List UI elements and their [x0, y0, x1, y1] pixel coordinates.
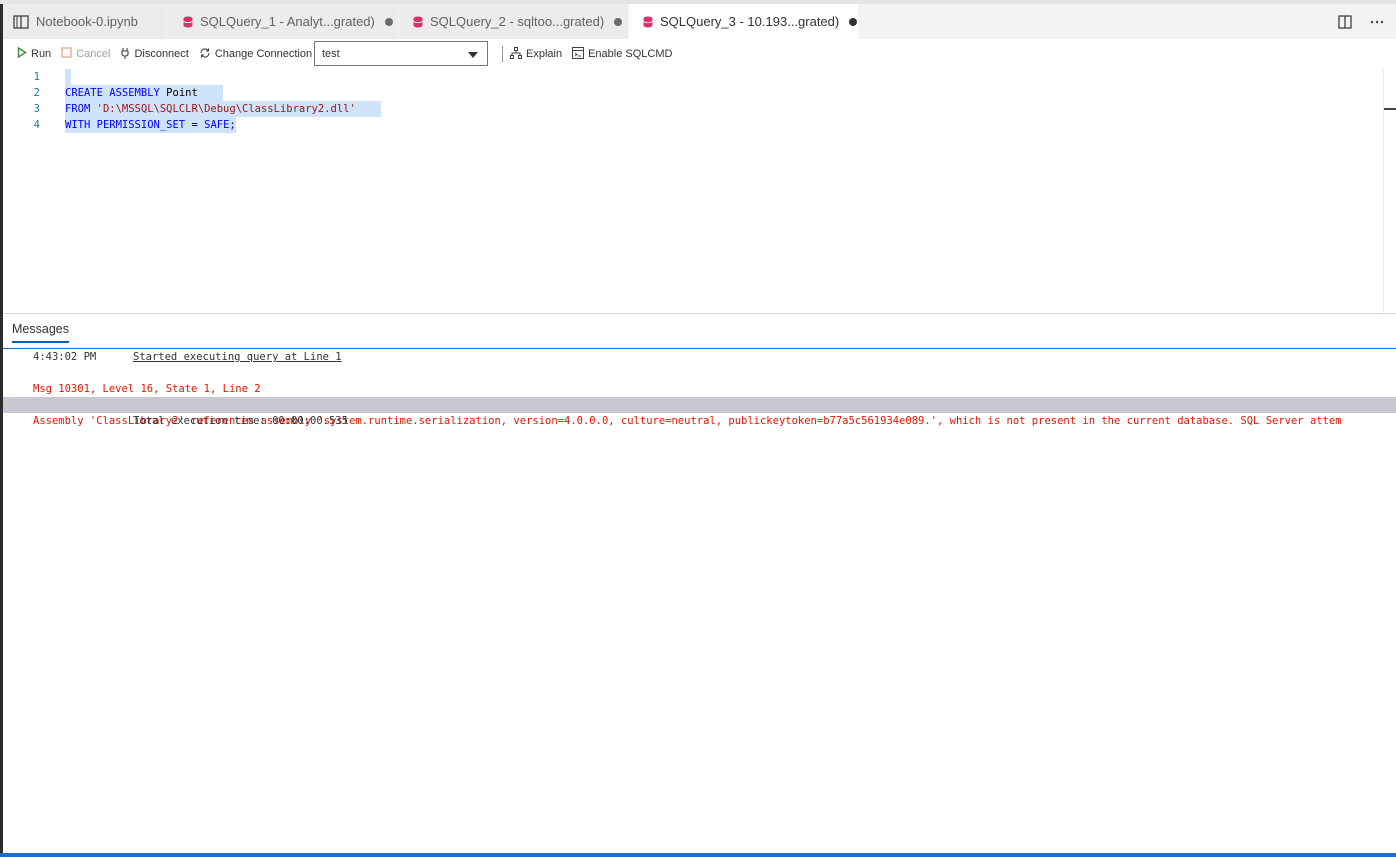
line-number: 3 — [33, 103, 40, 115]
tab-sqlquery-2[interactable]: SQLQuery_2 - sqltoo...grated) — [399, 4, 629, 39]
operator-equals: = — [191, 119, 198, 131]
assembly-name: Point — [166, 87, 198, 99]
more-actions-icon[interactable] — [1370, 20, 1384, 24]
tab-label: SQLQuery_2 - sqltoo...grated) — [430, 14, 605, 29]
change-connection-label: Change Connection — [214, 48, 313, 60]
database-icon — [413, 16, 423, 28]
keyword-from: FROM — [65, 103, 91, 115]
messages-panel[interactable]: 4:43:02 PM Started executing query at Li… — [3, 349, 1396, 853]
cursor-marker — [1384, 108, 1396, 110]
explain-plan-icon — [510, 46, 526, 62]
line-number: 4 — [33, 119, 40, 131]
unsaved-dot-icon[interactable] — [849, 17, 858, 26]
editor-line-1-selection — [65, 69, 71, 85]
editor-line-4-code: WITH PERMISSION_SET = SAFE; — [65, 117, 236, 133]
editor-line-4: 4 WITH PERMISSION_SET = SAFE; — [3, 117, 1383, 133]
line-number: 2 — [33, 87, 40, 99]
results-tab-bar: Messages — [3, 314, 1396, 349]
enable-sqlcmd-button[interactable]: Enable SQLCMD — [572, 46, 673, 62]
sql-editor[interactable]: 1 2 CREATE ASSEMBLY Point 3 FROM 'D:\MSS… — [3, 69, 1396, 313]
tab-label: Notebook-0.ipynb — [36, 14, 138, 29]
query-toolbar: Run Cancel Disconnect Change Connection … — [3, 39, 1396, 69]
tab-label: SQLQuery_3 - 10.193...grated) — [660, 14, 840, 29]
keyword-create: CREATE — [65, 87, 103, 99]
unsaved-dot-icon[interactable] — [614, 17, 623, 26]
editor-line-2-code: CREATE ASSEMBLY Point — [65, 85, 224, 101]
total-execution-time: Total execution time: 00:00:00.535 — [133, 415, 348, 427]
disconnect-button[interactable]: Disconnect — [120, 47, 189, 62]
editor-line-1: 1 — [3, 69, 1383, 85]
explain-label: Explain — [526, 48, 563, 60]
started-executing-link[interactable]: Started executing query at Line 1 — [133, 349, 342, 365]
play-icon — [17, 46, 31, 61]
sqlcmd-label: Enable SQLCMD — [588, 48, 673, 60]
tab-label: SQLQuery_1 - Analyt...grated) — [200, 14, 375, 29]
change-connection-button[interactable]: Change Connection — [199, 47, 312, 62]
stop-icon — [61, 47, 76, 61]
database-select-value: test — [322, 47, 340, 60]
keyword-assembly: ASSEMBLY — [109, 87, 160, 99]
editor-line-3-code: FROM 'D:\MSSQL\SQLCLR\Debug\ClassLibrary… — [65, 101, 382, 117]
cancel-button[interactable]: Cancel — [61, 47, 110, 61]
run-label: Run — [31, 48, 52, 60]
tab-notebook[interactable]: Notebook-0.ipynb — [3, 4, 167, 39]
database-select[interactable]: test — [314, 41, 488, 66]
active-tab-indicator — [12, 341, 69, 343]
message-timestamp: 4:43:02 PM — [33, 351, 97, 363]
split-editor-icon[interactable] — [1338, 14, 1352, 29]
notebook-icon — [13, 14, 29, 29]
explain-button[interactable]: Explain — [510, 46, 563, 62]
status-bar — [0, 853, 1396, 857]
disconnect-label: Disconnect — [134, 48, 189, 60]
refresh-connection-icon — [199, 47, 215, 62]
keyword-safe: SAFE; — [204, 119, 236, 131]
tab-messages[interactable]: Messages — [12, 322, 69, 336]
toolbar-right-group: Explain Enable SQLCMD — [510, 39, 672, 69]
keyword-permission-set: PERMISSION_SET — [96, 119, 186, 131]
editor-tab-bar: Notebook-0.ipynb SQLQuery_1 - Analyt...g… — [3, 4, 1396, 39]
line-number: 1 — [33, 71, 40, 83]
database-icon — [643, 16, 653, 28]
plug-icon — [120, 47, 134, 62]
cancel-label: Cancel — [76, 48, 111, 60]
error-message-header: Msg 10301, Level 16, State 1, Line 2 — [33, 383, 261, 395]
error-message-row[interactable]: Assembly 'ClassLibrary2' references asse… — [3, 397, 1396, 427]
assembly-path-string: 'D:\MSSQL\SQLCLR\Debug\ClassLibrary2.dll… — [96, 103, 356, 115]
tab-sqlquery-1[interactable]: SQLQuery_1 - Analyt...grated) — [167, 4, 399, 39]
toolbar-separator — [502, 46, 503, 62]
database-icon — [183, 16, 193, 28]
sqlcmd-icon — [572, 46, 588, 62]
editor-line-2: 2 CREATE ASSEMBLY Point — [3, 85, 1383, 101]
run-button[interactable]: Run — [17, 46, 52, 61]
editor-overview-ruler[interactable] — [1383, 69, 1396, 313]
keyword-with: WITH — [65, 119, 91, 131]
tab-sqlquery-3[interactable]: SQLQuery_3 - 10.193...grated) — [629, 4, 859, 39]
editor-line-3: 3 FROM 'D:\MSSQL\SQLCLR\Debug\ClassLibra… — [3, 101, 1383, 117]
tabbar-actions — [1338, 4, 1384, 39]
unsaved-dot-icon[interactable] — [384, 17, 393, 26]
dropdown-arrow-icon — [468, 52, 478, 58]
